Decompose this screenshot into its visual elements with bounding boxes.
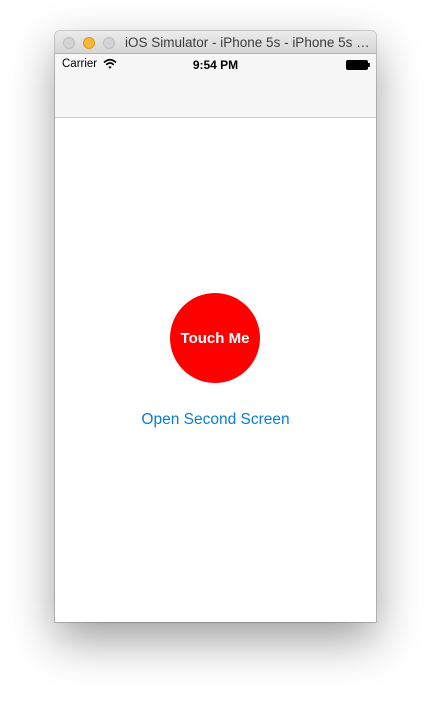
touch-me-button[interactable]: Touch Me xyxy=(170,293,260,383)
zoom-window-button[interactable] xyxy=(103,37,115,49)
minimize-window-button[interactable] xyxy=(83,37,95,49)
status-bar: Carrier 9:54 PM xyxy=(55,54,376,74)
device-screen: Carrier 9:54 PM Touch Me Open Second Scr… xyxy=(55,54,376,622)
window-titlebar[interactable]: iOS Simulator - iPhone 5s - iPhone 5s / … xyxy=(55,31,376,54)
navigation-bar xyxy=(55,74,376,118)
open-second-screen-button[interactable]: Open Second Screen xyxy=(55,411,376,429)
status-time: 9:54 PM xyxy=(192,58,239,72)
window-title: iOS Simulator - iPhone 5s - iPhone 5s / … xyxy=(125,35,370,50)
close-window-button[interactable] xyxy=(63,37,75,49)
desktop-background: iOS Simulator - iPhone 5s - iPhone 5s / … xyxy=(0,0,432,702)
battery-icon xyxy=(346,60,370,70)
simulator-window: iOS Simulator - iPhone 5s - iPhone 5s / … xyxy=(55,31,376,622)
